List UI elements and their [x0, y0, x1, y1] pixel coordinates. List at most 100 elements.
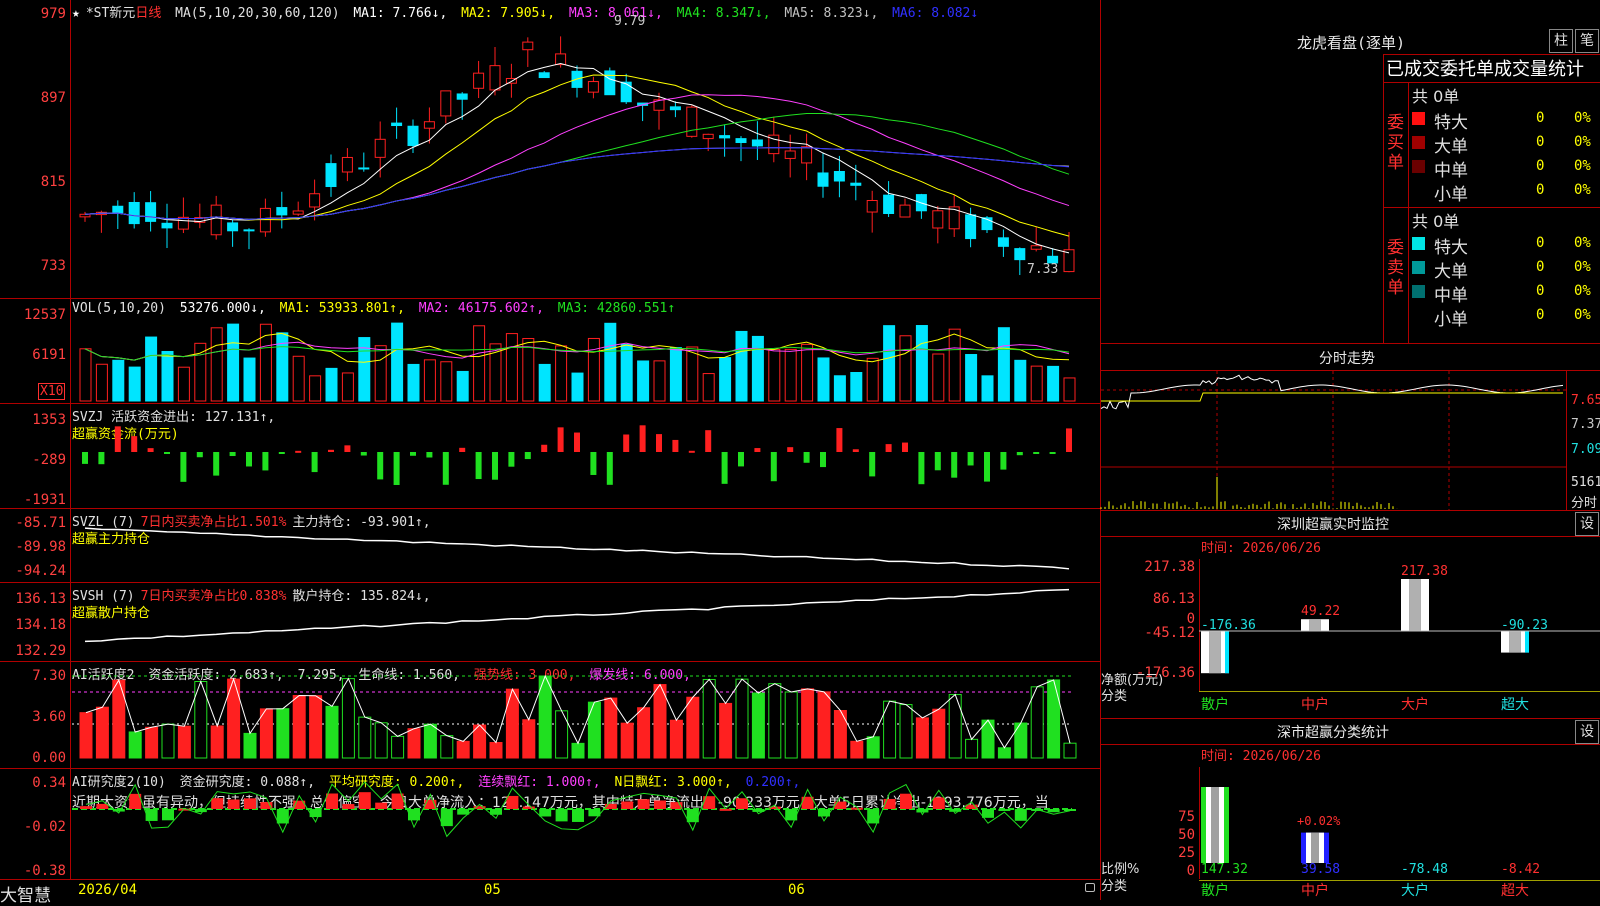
svzl-panel[interactable]: -85.71 -89.98 -94.24 SVZL (7) 7日内买卖净占比1.5…	[0, 509, 1100, 583]
classify-bar-shade	[1211, 787, 1219, 863]
intraday-unit: 分时	[1571, 496, 1598, 511]
svzl-axis-label: -89.98	[15, 539, 66, 555]
ai-activity-panel[interactable]: 7.30 3.60 0.00 AI活跃度2 资金活跃度: 2.683↑, 7.2…	[0, 662, 1100, 769]
monitor-cat-label: 散户	[1201, 696, 1229, 713]
monitor-cat-label: 大户	[1401, 696, 1429, 713]
volume-bar	[751, 335, 764, 402]
volume-bar	[456, 370, 469, 402]
ai-research-bar	[194, 809, 207, 813]
ai-activity-bar	[276, 708, 290, 759]
buy-side-label-box: 委买单	[1384, 83, 1409, 207]
volume-bar	[587, 337, 600, 402]
svzj-bar	[574, 432, 580, 452]
ai-activity-bar	[571, 742, 585, 759]
intraday-chart[interactable]	[1100, 371, 1566, 510]
candle-body	[276, 207, 288, 216]
volume-bar	[95, 363, 108, 402]
volume-bar	[161, 350, 174, 402]
order-row: 小单 0 0%	[1410, 179, 1600, 205]
column-view-button[interactable]: 柱	[1549, 29, 1573, 53]
intraday-price-line	[1100, 374, 1564, 410]
date-label: 2026/04	[78, 882, 138, 898]
svzj-bar	[114, 426, 121, 452]
candle-body	[719, 135, 731, 139]
monitor-panel[interactable]: 深圳超赢实时监控 设 时间: 2026/06/26 217.38 86.13 0…	[1101, 511, 1600, 719]
svzj-bar	[229, 452, 236, 457]
classify-cat-label: 超大	[1501, 883, 1529, 899]
volume-axis-label: 12537	[23, 307, 66, 323]
volume-bar	[620, 343, 633, 402]
volume-bar	[423, 359, 436, 402]
ai-activity-bar	[997, 747, 1011, 759]
main-chart-area[interactable]: 979 897 815 733 ★ *ST新元日线 MA(5,10,20,30,6…	[0, 0, 1101, 906]
volume-panel[interactable]: 12537 6191 X10 VOL(5,10,20) 53276.000↓, …	[0, 299, 1100, 404]
svzj-bar	[557, 427, 564, 452]
order-count: 0	[1536, 307, 1545, 323]
classify-bar-chart: 147.32 散户 39.58 中户 -78.48 大户 -8.42 超大 +0.02%	[1201, 787, 1540, 899]
candle-body	[555, 53, 567, 66]
candle-body	[751, 139, 763, 147]
volume-bar	[817, 357, 830, 402]
volume-bar	[210, 327, 223, 402]
svzj-bar	[1016, 452, 1023, 456]
candle-body	[850, 182, 862, 186]
classify-panel[interactable]: 深市超赢分类统计 设 时间: 2026/06/26 75 50 25 0 比例%…	[1101, 719, 1600, 900]
svzj-bar	[606, 452, 613, 485]
price-panel[interactable]: 979 897 815 733 ★ *ST新元日线 MA(5,10,20,30,6…	[0, 0, 1100, 299]
monitor-settings-button[interactable]: 设	[1575, 512, 1599, 536]
monitor-bar-group	[1501, 631, 1529, 653]
volume-bar	[243, 357, 256, 402]
classify-value: 147.32	[1201, 862, 1248, 877]
ai-research-panel[interactable]: 0.34 -0.02 -0.38 AI研究度2(10) 资金研究度: 0.088…	[0, 769, 1100, 879]
intraday-panel[interactable]: 分时走势 7.65 7.37 7.09 5161 分时	[1100, 344, 1600, 511]
volume-bar	[358, 337, 371, 402]
svzj-bar	[754, 448, 761, 452]
order-type-label: 小单	[1434, 185, 1468, 205]
ai-activity-bar	[768, 683, 782, 759]
dragon-tiger-panel[interactable]: 龙虎看盘(逐单) 柱 笔 已成交委托单成交量统计 委买单 共 0单 特大 0 0% 大…	[1101, 0, 1600, 344]
svzj-axis-label: 1353	[32, 412, 66, 428]
svzj-bar	[196, 452, 203, 458]
candlestick-chart[interactable]	[72, 14, 1098, 294]
volume-bar	[571, 372, 584, 402]
candle-body	[227, 222, 239, 232]
ai-research-axis-label: 0.34	[32, 775, 66, 791]
volume-bar	[735, 330, 748, 402]
monitor-bar-edge	[1225, 631, 1229, 674]
ai-activity-bars	[72, 674, 1077, 759]
svzj-bar	[951, 452, 958, 478]
ai-activity-bar	[604, 697, 618, 759]
candle-body	[997, 237, 1009, 247]
ai-activity-axis: 7.30 3.60 0.00	[0, 662, 71, 768]
volume-bar	[702, 373, 715, 402]
svsh-axis-label: 134.18	[15, 617, 66, 633]
ai-research-bar	[736, 798, 748, 809]
svzj-bar	[393, 452, 400, 485]
lock-icon[interactable]	[1085, 883, 1095, 892]
ai-activity-bar	[817, 691, 831, 759]
svzj-axis-label: -1931	[23, 492, 66, 508]
tick-view-button[interactable]: 笔	[1575, 29, 1599, 53]
ai-activity-bar	[965, 738, 979, 759]
order-type-label: 特大	[1434, 113, 1468, 133]
svzj-bar	[902, 442, 908, 452]
volume-bar	[915, 325, 928, 402]
classify-settings-button[interactable]: 设	[1575, 720, 1599, 744]
monitor-title: 深圳超赢实时监控	[1277, 517, 1389, 533]
intraday-axis-label: 5161	[1571, 475, 1600, 490]
svzj-bar	[98, 452, 105, 465]
order-color-swatch	[1412, 160, 1425, 173]
ai-activity-bar	[440, 735, 454, 759]
svsh-panel[interactable]: 136.13 134.18 132.29 SVSH (7) 7日内买卖净占比0.8…	[0, 583, 1100, 662]
sell-side-label-box: 委卖单	[1384, 208, 1409, 343]
date-label: 06	[788, 882, 805, 898]
price-axis: 979 897 815 733	[0, 0, 71, 298]
svzj-bars	[82, 425, 1072, 485]
monitor-axis-label: -45.12	[1144, 625, 1195, 641]
candle-body	[965, 214, 977, 240]
volume-unit-badge: X10	[38, 383, 66, 400]
svzj-panel[interactable]: 1353 -289 -1931 SVZJ 活跃资金进出: 127.131↑, 超…	[0, 404, 1100, 509]
volume-bar	[899, 335, 912, 402]
volume-bar	[932, 353, 945, 402]
classify-value: -78.48	[1401, 862, 1448, 877]
